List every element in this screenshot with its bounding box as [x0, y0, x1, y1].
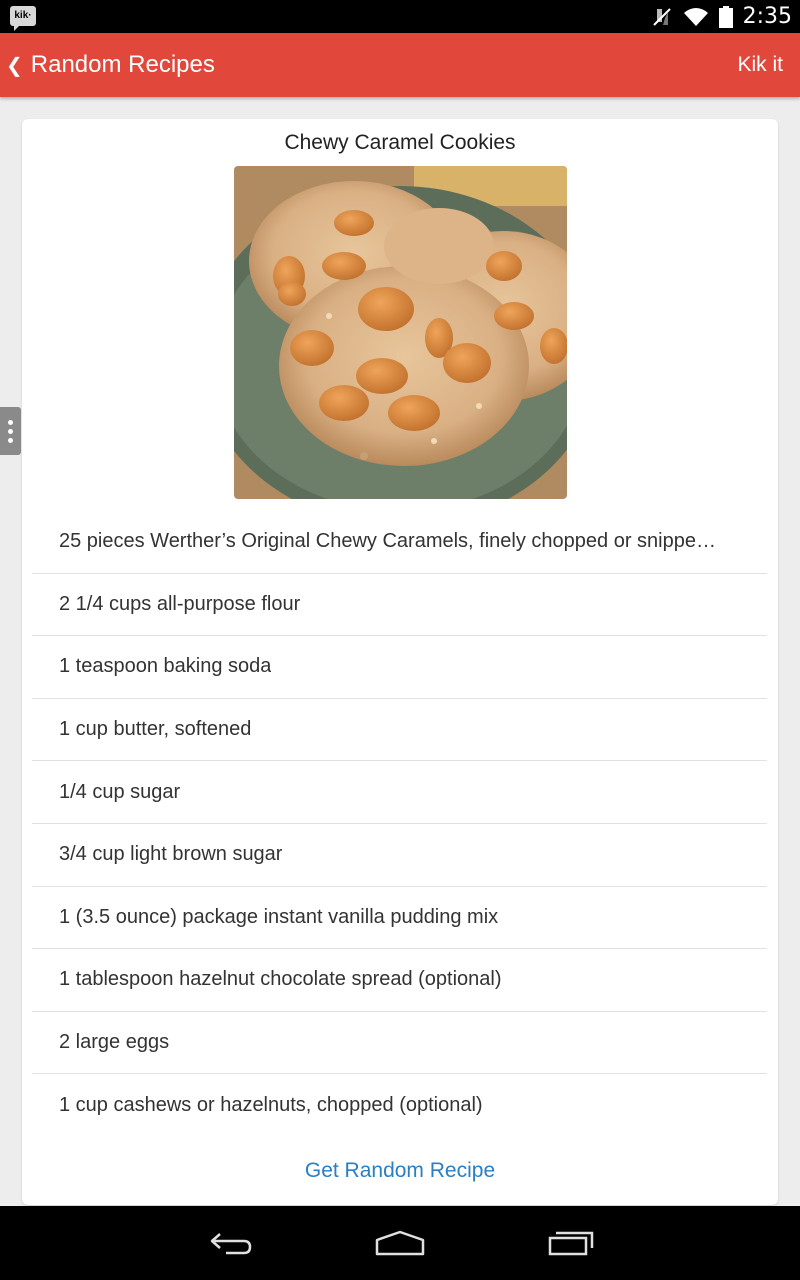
ingredient-item: 25 pieces Werther’s Original Chewy Caram…	[32, 511, 767, 574]
recipe-image	[234, 166, 567, 499]
ingredient-item: 1 cup butter, softened	[32, 699, 767, 762]
home-icon	[375, 1230, 425, 1256]
get-random-recipe-button[interactable]: Get Random Recipe	[22, 1159, 778, 1183]
dot-icon	[8, 419, 13, 425]
recents-icon	[548, 1231, 594, 1256]
nav-back-button[interactable]	[180, 1206, 280, 1280]
back-icon	[210, 1233, 252, 1255]
nav-home-button[interactable]	[350, 1206, 450, 1280]
ingredient-list: 25 pieces Werther’s Original Chewy Caram…	[32, 511, 767, 1137]
navigation-bar	[0, 1206, 800, 1280]
ingredient-item: 1 teaspoon baking soda	[32, 636, 767, 699]
side-menu-handle[interactable]	[0, 407, 21, 455]
action-bar: ❮ Random Recipes Kik it	[0, 33, 800, 97]
wifi-icon	[683, 7, 708, 26]
ingredient-item: 2 1/4 cups all-purpose flour	[32, 574, 767, 637]
status-time: 2:35	[742, 4, 792, 29]
status-bar: kik· 2:35	[0, 0, 800, 33]
vibrate-off-icon	[652, 7, 671, 26]
ingredient-item: 1 cup cashews or hazelnuts, chopped (opt…	[59, 1094, 483, 1117]
ingredient-item: 1/4 cup sugar	[32, 761, 767, 824]
ingredient-item: 1 tablespoon hazelnut chocolate spread (…	[32, 949, 767, 1012]
app-title: Random Recipes	[30, 51, 215, 78]
kik-notification-icon: kik·	[10, 6, 36, 31]
ingredient-item: 2 large eggs	[32, 1012, 767, 1075]
status-icons: 2:35	[651, 0, 792, 33]
recipe-title: Chewy Caramel Cookies	[284, 131, 516, 154]
dot-icon	[8, 428, 13, 434]
chevron-left-icon: ❮	[6, 54, 23, 77]
kik-it-button[interactable]: Kik it	[737, 33, 783, 97]
back-button[interactable]: ❮ Random Recipes	[0, 33, 215, 97]
ingredient-item: 1 (3.5 ounce) package instant vanilla pu…	[32, 887, 767, 950]
ingredient-item: 3/4 cup light brown sugar	[32, 824, 767, 887]
battery-icon	[718, 5, 733, 28]
dot-icon	[8, 437, 13, 443]
nav-recents-button[interactable]	[521, 1206, 621, 1280]
recipe-card: Chewy Caramel Cookies 25 pieces Werther’…	[22, 119, 778, 1205]
